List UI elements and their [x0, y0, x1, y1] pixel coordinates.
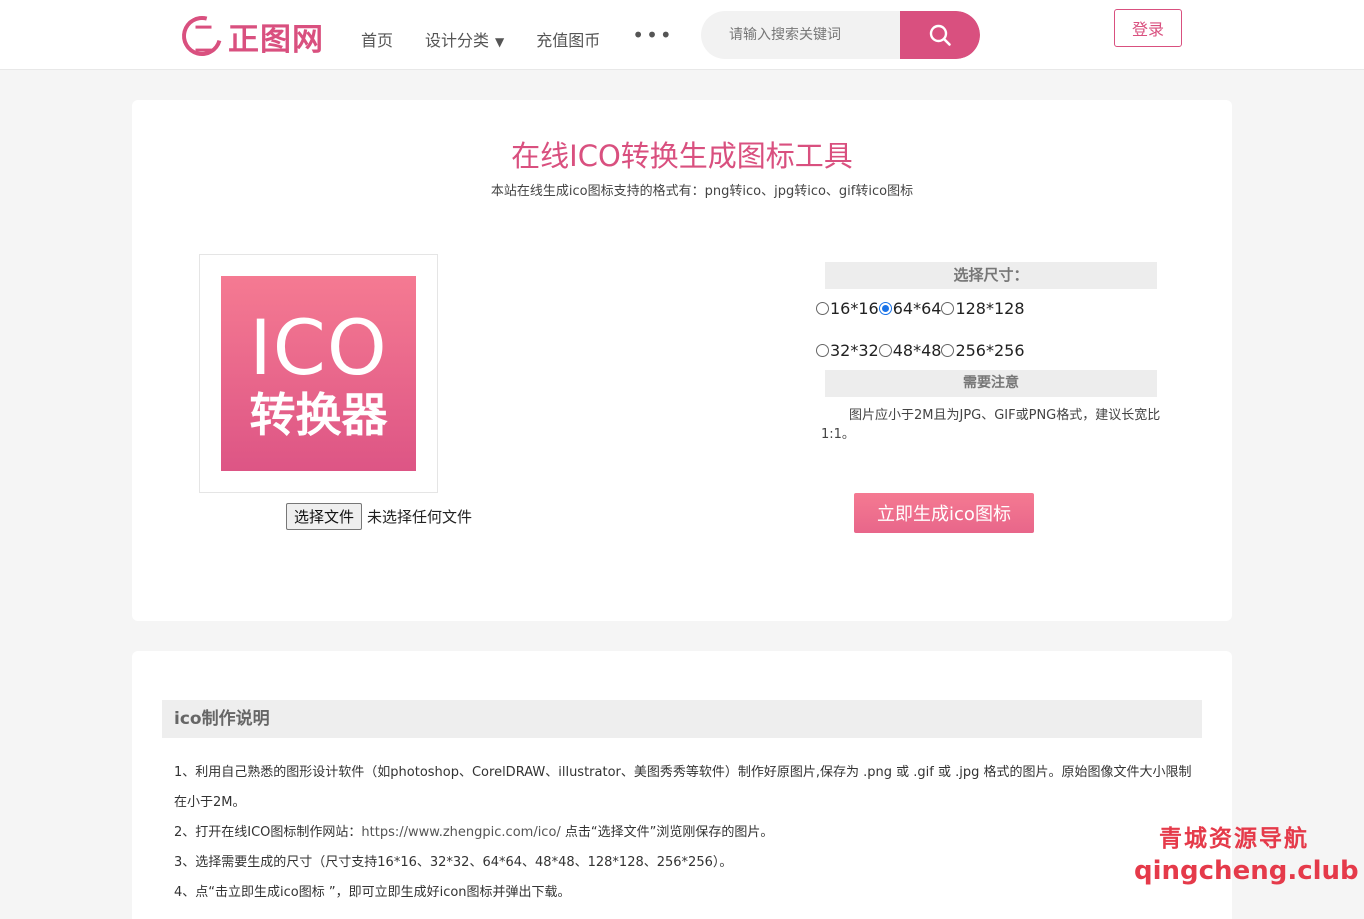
instruction-step-3: 3、选择需要生成的尺寸（尺寸支持16*16、32*32、64*64、48*48、…: [174, 855, 733, 870]
instruction-step-2: 2、打开在线ICO图标制作网站：https://www.zhengpic.com…: [174, 818, 1194, 848]
size-option-16[interactable]: 16*16: [816, 299, 879, 318]
size-label-32: 32*32: [830, 341, 879, 360]
radio-16[interactable]: [816, 302, 829, 315]
size-option-32[interactable]: 32*32: [816, 341, 879, 360]
watermark: 青城资源导航 qingcheng.club: [1134, 822, 1359, 886]
nav-design-category-label: 设计分类: [425, 31, 490, 50]
caret-down-icon: ▼: [495, 35, 505, 49]
instruction-step-4: 4、点“击立即生成ico图标 ”，即可立即生成好icon图标并弹出下载。: [174, 885, 571, 900]
generate-ico-button[interactable]: 立即生成ico图标: [854, 493, 1034, 533]
page-subtitle: 本站在线生成ico图标支持的格式有：png转ico、jpg转ico、gif转ic…: [490, 184, 914, 199]
note-heading: 需要注意: [825, 370, 1157, 397]
logo-icon: [174, 8, 230, 64]
instruction-step-1: 1、利用自己熟悉的图形设计软件（如photoshop、CorelDRAW、ill…: [174, 765, 1192, 810]
size-label-16: 16*16: [830, 299, 879, 318]
size-option-256[interactable]: 256*256: [941, 341, 1025, 360]
preview-image-title: ICO: [249, 302, 388, 392]
instruction-step-2-tail: 点击“选择文件”浏览刚保存的图片。: [560, 825, 774, 840]
login-button[interactable]: 登录: [1114, 9, 1182, 47]
logo-text: 正图网: [228, 21, 324, 58]
size-label-256: 256*256: [955, 341, 1025, 360]
size-label-48: 48*48: [892, 341, 942, 360]
size-label-128: 128*128: [955, 299, 1025, 318]
note-text: 图片应小于2M且为JPG、GIF或PNG格式，建议长宽比1:1。: [821, 408, 1161, 442]
radio-64-selected[interactable]: [878, 302, 892, 315]
nav-design-category[interactable]: 设计分类 ▼: [425, 27, 504, 51]
preview-image: ICO 转换器: [221, 276, 416, 471]
top-header: 正图网 首页 设计分类 ▼ 充值图币 ••• 登录: [0, 0, 1364, 70]
file-status: 未选择任何文件: [367, 508, 473, 526]
radio-32[interactable]: [816, 344, 829, 357]
preview-image-caption: 转换器: [249, 387, 388, 442]
file-picker: 选择文件 未选择任何文件: [286, 503, 472, 530]
main-nav: 首页 设计分类 ▼ 充值图币 •••: [361, 23, 674, 51]
choose-file-button[interactable]: 选择文件: [286, 503, 363, 530]
instructions-card: ico制作说明 1、利用自己熟悉的图形设计软件（如photoshop、Corel…: [132, 651, 1232, 919]
radio-128[interactable]: [941, 302, 955, 315]
site-url-link[interactable]: https://www.zhengpic.com/ico/: [361, 825, 560, 840]
search-box: [701, 11, 980, 59]
search-icon: [929, 24, 951, 46]
size-label-64: 64*64: [892, 299, 942, 318]
nav-home[interactable]: 首页: [361, 27, 393, 51]
size-option-48[interactable]: 48*48: [878, 341, 942, 360]
search-button[interactable]: [900, 11, 980, 59]
instruction-step-2-text: 2、打开在线ICO图标制作网站：: [174, 825, 362, 840]
image-preview: ICO 转换器: [199, 254, 438, 493]
radio-256[interactable]: [941, 344, 955, 357]
radio-48[interactable]: [878, 344, 892, 357]
size-heading: 选择尺寸：: [825, 262, 1157, 289]
more-icon[interactable]: •••: [632, 23, 673, 47]
size-option-128[interactable]: 128*128: [941, 299, 1025, 318]
search-input[interactable]: [701, 11, 901, 59]
page-title: 在线ICO转换生成图标工具: [511, 139, 853, 173]
size-options-row-2: 32*32 48*48 256*256: [816, 341, 1025, 360]
size-option-64[interactable]: 64*64: [878, 299, 942, 318]
ico-tool-card: 在线ICO转换生成图标工具 本站在线生成ico图标支持的格式有：png转ico、…: [132, 100, 1232, 621]
instructions-heading: ico制作说明: [162, 700, 1202, 738]
nav-recharge[interactable]: 充值图币: [536, 27, 600, 51]
site-logo[interactable]: 正图网: [174, 8, 324, 64]
size-options-row-1: 16*16 64*64 128*128: [816, 299, 1025, 318]
instructions-list: 1、利用自己熟悉的图形设计软件（如photoshop、CorelDRAW、ill…: [174, 758, 1194, 908]
watermark-line-2: qingcheng.club: [1134, 856, 1359, 886]
watermark-line-1: 青城资源导航: [1159, 826, 1309, 852]
